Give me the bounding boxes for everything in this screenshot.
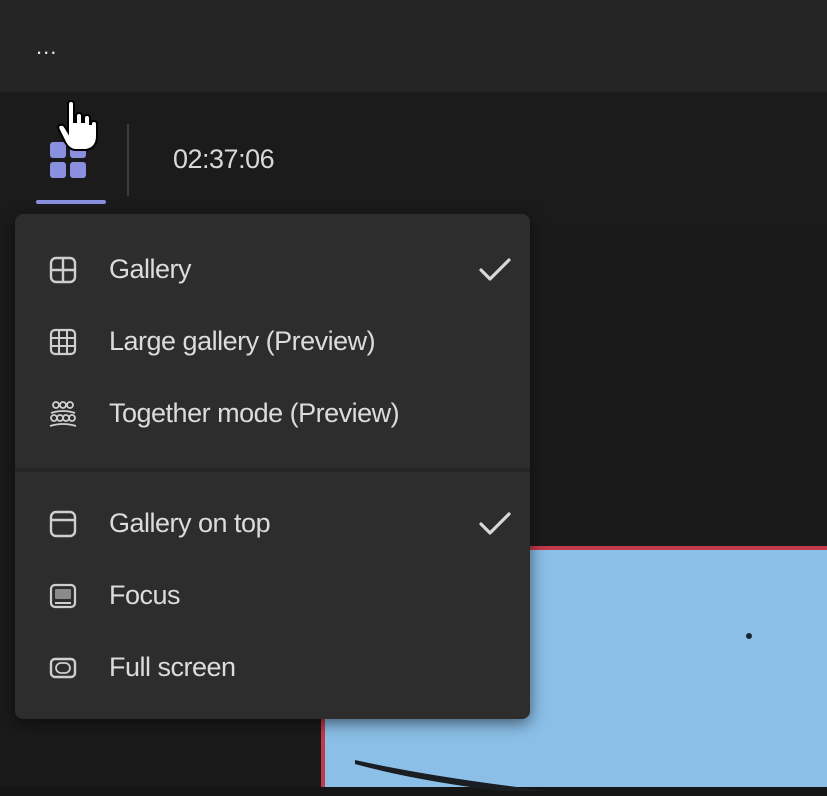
menu-item-label: Together mode (Preview) bbox=[109, 398, 400, 428]
toolbar-divider bbox=[127, 124, 129, 196]
meeting-timer: 02:37:06 bbox=[173, 144, 275, 174]
active-indicator bbox=[36, 200, 106, 204]
menu-item-label: Focus bbox=[109, 580, 181, 610]
menu-item-label: Full screen bbox=[109, 652, 236, 682]
layout-menu: Gallery Large gallery (Preview) Together… bbox=[15, 214, 530, 719]
menu-item-together-mode[interactable]: Together mode (Preview) bbox=[15, 382, 530, 446]
more-options-icon[interactable]: ... bbox=[36, 36, 57, 58]
gallery-grid-icon bbox=[49, 256, 77, 284]
meeting-toolbar: 02:37:06 bbox=[0, 92, 827, 224]
menu-item-gallery[interactable]: Gallery bbox=[15, 238, 530, 302]
menu-separator bbox=[15, 468, 530, 472]
gallery-on-top-icon bbox=[49, 510, 77, 538]
checkmark-icon bbox=[479, 512, 511, 535]
hand-cursor-icon bbox=[57, 100, 98, 151]
menu-item-label: Large gallery (Preview) bbox=[109, 326, 376, 356]
checkmark-icon bbox=[479, 258, 511, 281]
menu-item-full-screen[interactable]: Full screen bbox=[15, 636, 530, 700]
together-mode-icon bbox=[49, 401, 77, 427]
full-screen-icon bbox=[49, 657, 77, 679]
menu-item-label: Gallery bbox=[109, 254, 192, 284]
menu-item-large-gallery[interactable]: Large gallery (Preview) bbox=[15, 310, 530, 374]
menu-item-label: Gallery on top bbox=[109, 508, 271, 538]
top-bar: ... bbox=[0, 0, 827, 92]
menu-item-focus[interactable]: Focus bbox=[15, 564, 530, 628]
large-gallery-icon bbox=[49, 328, 77, 356]
menu-item-gallery-on-top[interactable]: Gallery on top bbox=[15, 492, 530, 556]
focus-icon bbox=[49, 583, 77, 609]
